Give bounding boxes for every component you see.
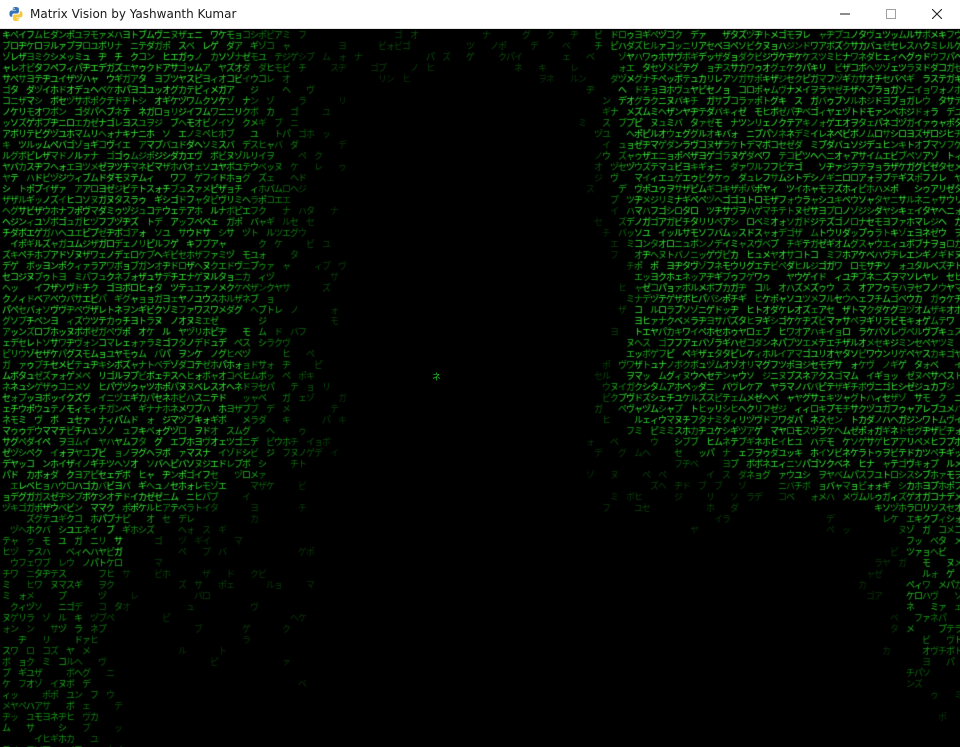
app-window: Matrix Vision by Yashwanth Kumar ネ: [0, 0, 960, 747]
close-button[interactable]: [914, 0, 960, 29]
close-icon: [932, 9, 942, 19]
python-icon: [8, 6, 24, 22]
window-controls: [822, 0, 960, 29]
center-glyph: ネ: [432, 373, 442, 383]
window-title: Matrix Vision by Yashwanth Kumar: [30, 7, 237, 21]
matrix-viewport: ネ: [0, 29, 960, 747]
matrix-rain-canvas: [0, 29, 960, 747]
minimize-icon: [840, 13, 850, 15]
title-bar[interactable]: Matrix Vision by Yashwanth Kumar: [0, 0, 960, 29]
maximize-icon: [886, 9, 896, 19]
maximize-button[interactable]: [868, 0, 914, 29]
minimize-button[interactable]: [822, 0, 868, 29]
